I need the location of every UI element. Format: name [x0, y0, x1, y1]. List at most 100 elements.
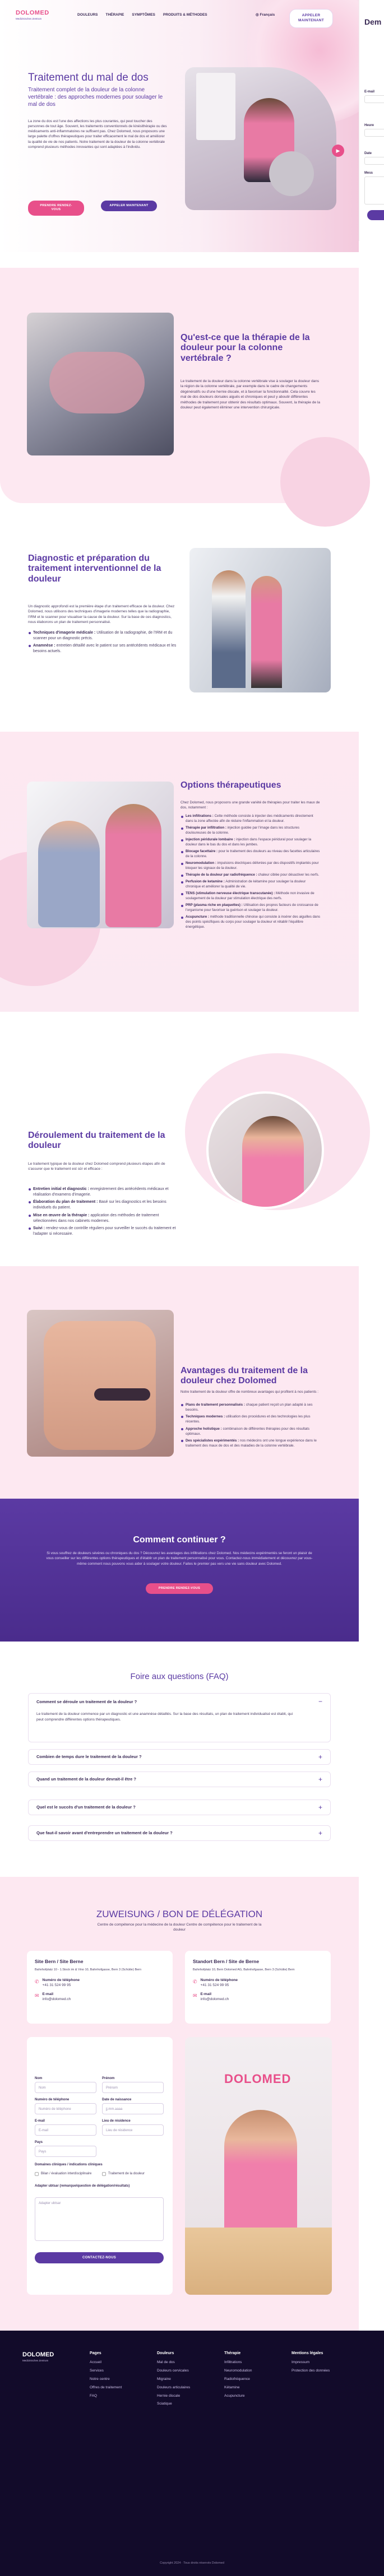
main-nav: Douleurs Thérapie Symptômes Produits & M…: [77, 13, 207, 18]
footer-link[interactable]: Sciatique: [157, 2402, 219, 2407]
mail-icon: ✉: [193, 1993, 197, 1999]
nav-douleurs[interactable]: Douleurs: [77, 13, 98, 18]
site-1-phone[interactable]: +41 31 524 99 95: [43, 1983, 80, 1988]
site-1-phone-label: Numéro de téléphone: [42, 1978, 80, 1982]
list-item: Techniques modernes : utilisation des pr…: [181, 1414, 321, 1424]
tel-field[interactable]: Numéro de téléphone: [35, 2103, 96, 2114]
faq-open-item[interactable]: Comment se déroule un traitement de la d…: [28, 1693, 331, 1742]
language-switch[interactable]: ◎ Français: [256, 13, 275, 18]
side-submit-button[interactable]: [367, 210, 384, 220]
footer-link[interactable]: Mal de dos: [157, 2360, 219, 2365]
footer-link[interactable]: Protection des données: [292, 2369, 359, 2374]
faq-item[interactable]: Combien de temps dure le traitement de l…: [28, 1749, 331, 1765]
footer-link[interactable]: Migraine: [157, 2377, 219, 2382]
footer-link[interactable]: Infiltrations: [224, 2360, 286, 2365]
site-2-phone[interactable]: +41 31 524 99 95: [201, 1983, 238, 1988]
nav-produits[interactable]: Produits & Méthodes: [163, 13, 207, 18]
site-2-mail[interactable]: info@dolomed.ch: [201, 1997, 229, 2002]
footer-logo[interactable]: DOLOMED Medizinisches Zentrum: [22, 2351, 54, 2363]
whatis-blob: [280, 437, 370, 527]
label-tel: Numéro de téléphone: [35, 2098, 70, 2101]
footer-link[interactable]: Notre centre: [90, 2377, 146, 2382]
side-time-field[interactable]: [364, 129, 384, 137]
photo-window: [196, 73, 235, 140]
footer-col-1: Pages Accueil Services Notre centre Offr…: [90, 2351, 146, 2402]
footer-link[interactable]: Douleurs cervicales: [157, 2369, 219, 2374]
nom-field[interactable]: Nom: [35, 2082, 96, 2093]
footer-link[interactable]: Kétamine: [224, 2386, 286, 2391]
proc-list: Entretien initial et diagnostic : enregi…: [28, 1187, 177, 1239]
footer-col-2: Douleurs Mal de dos Douleurs cervicales …: [157, 2351, 219, 2410]
side-email-field[interactable]: [364, 95, 384, 103]
photo-ball: [269, 151, 314, 196]
site-2-mail-row: ✉ E-mail info@dolomed.ch: [193, 1992, 323, 2002]
side-time-label: Heure: [364, 124, 374, 127]
hero-call-button[interactable]: Appeler maintenant: [101, 201, 157, 212]
list-item: Entretien initial et diagnostic : enregi…: [28, 1187, 177, 1198]
prenom-field[interactable]: Prénom: [102, 2082, 164, 2093]
label-pays: Pays: [35, 2141, 43, 2144]
options-list: Les infiltrations : Cette méthode consis…: [181, 814, 321, 932]
faq-item[interactable]: Quel est le succès d'un traitement de la…: [28, 1800, 331, 1815]
options-photo: [27, 782, 174, 928]
list-item: Techniques d'imagerie médicale : Utilisa…: [28, 630, 177, 641]
faq-item[interactable]: Quand un traitement de la douleur devrai…: [28, 1771, 331, 1787]
lieu-field[interactable]: Lieu de résidence: [102, 2124, 164, 2136]
phone-icon: ✆: [35, 1978, 39, 1984]
footer-link[interactable]: Impressum: [292, 2360, 359, 2365]
diag-body: Un diagnostic approfondi est la première…: [28, 605, 175, 625]
list-item: Anamnèse : entretien détaillé avec le pa…: [28, 643, 177, 654]
list-item: Approche holistique : combinaison de dif…: [181, 1426, 321, 1436]
pays-field[interactable]: Pays: [35, 2146, 96, 2157]
footer-link[interactable]: Services: [90, 2369, 146, 2374]
label-nom: Nom: [35, 2077, 43, 2080]
photo-hands: [49, 352, 145, 413]
footer-link[interactable]: Radiofréquence: [224, 2377, 286, 2382]
list-item: Perfusion de ketamine : Administration d…: [181, 880, 321, 890]
message-textarea[interactable]: Adapter ubtsar: [35, 2197, 164, 2241]
footer-link[interactable]: Neuromodulation: [224, 2369, 286, 2374]
proc-photo: [206, 1091, 324, 1209]
list-item: Élaboration du plan de traitement : Basé…: [28, 1199, 177, 1211]
continue-body: Si vous souffrez de douleurs sévères ou …: [46, 1551, 313, 1566]
footer-link[interactable]: Accueil: [90, 2360, 146, 2365]
list-item: Suivi : rendez-vous de contrôle régulier…: [28, 1226, 177, 1237]
footer-link[interactable]: FAQ: [90, 2394, 146, 2399]
footer-link[interactable]: Douleurs articulaires: [157, 2386, 219, 2391]
plus-icon: +: [318, 1775, 322, 1783]
side-date-field[interactable]: [364, 157, 384, 165]
side-message-field[interactable]: [364, 176, 384, 204]
list-item: TENS (stimulation nerveuse électrique tr…: [181, 891, 321, 901]
site-1-mail-row: ✉ E-mail info@dolomed.ch: [35, 1992, 165, 2002]
footer-col-heading: Pages: [90, 2351, 101, 2355]
footer-link[interactable]: Hernie discale: [157, 2394, 219, 2399]
site-1-mail[interactable]: info@dolomed.ch: [43, 1997, 71, 2002]
plus-icon: +: [318, 1829, 322, 1837]
hero-appointment-button[interactable]: Prendre rendez-vous: [28, 201, 84, 216]
hero-play-icon[interactable]: ▶: [332, 145, 344, 157]
email-field[interactable]: E-mail: [35, 2124, 96, 2136]
photo-doctor: [212, 570, 246, 688]
label-prenom: Prénom: [102, 2077, 115, 2080]
faq-item[interactable]: Que faut-il savoir avant d'entreprendre …: [28, 1825, 331, 1841]
nav-therapie[interactable]: Thérapie: [105, 13, 124, 18]
photo-staff: [224, 2110, 297, 2244]
language-label: Français: [260, 13, 275, 17]
nav-symptomes[interactable]: Symptômes: [132, 13, 155, 18]
footer-link[interactable]: Acupuncture: [224, 2394, 286, 2399]
logo[interactable]: DOLOMED Medizinisches Zentrum: [16, 9, 49, 21]
whatis-photo: [27, 313, 174, 455]
call-now-header-button[interactable]: Appeler maintenant: [289, 9, 333, 28]
contact-submit-button[interactable]: Contactez-nous: [35, 2252, 164, 2264]
photo-nurse: [251, 576, 282, 688]
date-field[interactable]: jj.mm.aaaa: [102, 2103, 164, 2114]
continue-appointment-button[interactable]: Prendre rendez-vous: [146, 1583, 213, 1594]
footer-link[interactable]: Offres de traitement: [90, 2386, 146, 2391]
hero-subtitle: Traitement complet de la douleur de la c…: [28, 87, 163, 108]
adv-photo: [27, 1310, 174, 1457]
proc-intro: Le traitement typique de la douleur chez…: [28, 1162, 165, 1171]
site-2-address: Bahnhofplatz 10, Bern Dolomed AG, Bahnho…: [193, 1968, 295, 1972]
hero-title: Traitement du mal de dos: [28, 72, 149, 83]
checkbox-traitement[interactable]: Traitement de la douleur: [102, 2172, 145, 2176]
checkbox-bilan[interactable]: Bilan / évaluation interdisciplinaire: [35, 2172, 91, 2176]
